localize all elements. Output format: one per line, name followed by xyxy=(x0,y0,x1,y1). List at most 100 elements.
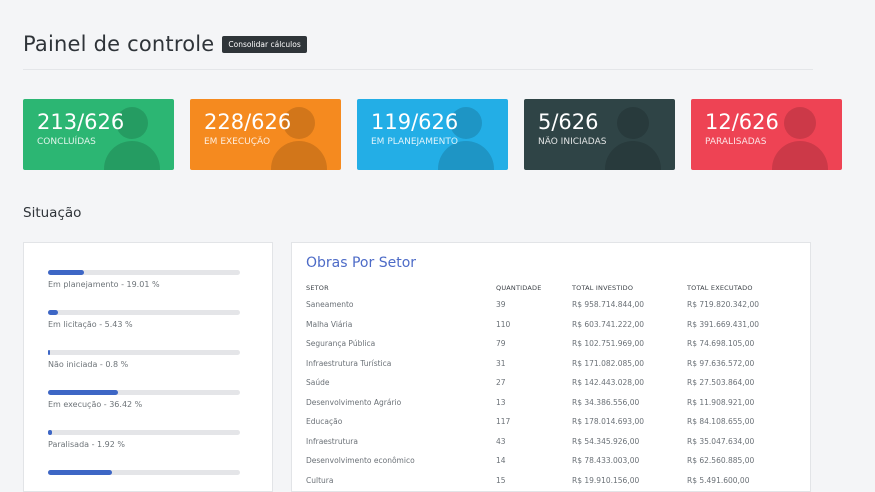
table-cell: Desenvolvimento Agrário xyxy=(306,397,402,407)
table-cell: 14 xyxy=(496,456,506,466)
header-divider xyxy=(23,69,813,70)
progress-track xyxy=(48,430,240,435)
status-progress-item: Paralisada - 1.92 % xyxy=(48,430,240,449)
table-cell: Malha Viária xyxy=(306,319,353,329)
table-cell: 43 xyxy=(496,436,506,446)
card-count: 119/626 xyxy=(371,110,459,134)
table-cell: R$ 27.503.864,00 xyxy=(687,378,755,388)
table-cell: Saneamento xyxy=(306,300,354,310)
progress-fill xyxy=(48,430,52,435)
card-count: 5/626 xyxy=(538,110,599,134)
table-cell: R$ 171.082.085,00 xyxy=(572,358,645,368)
summary-card[interactable]: 213/626 CONCLUÍDAS xyxy=(23,99,174,170)
column-header: QUANTIDADE xyxy=(496,284,542,292)
consolidate-button[interactable]: Consolidar cálculos xyxy=(222,35,307,53)
progress-label: Não iniciada - 0.8 % xyxy=(48,360,129,369)
status-progress-item: Não iniciada - 0.8 % xyxy=(48,350,240,369)
table-cell: R$ 54.345.926,00 xyxy=(572,436,640,446)
table-row[interactable]: Infraestrutura Turística 31 R$ 171.082.085… xyxy=(306,354,787,374)
table-cell: Educação xyxy=(306,417,343,427)
table-cell: Infraestrutura Turística xyxy=(306,358,392,368)
status-progress-item: Em execução - 36.42 % xyxy=(48,390,240,409)
progress-track xyxy=(48,470,240,475)
table-cell: R$ 958.714.844,00 xyxy=(572,300,645,310)
card-count: 228/626 xyxy=(204,110,292,134)
table-cell: Segurança Pública xyxy=(306,339,376,349)
table-row[interactable]: Educação 117 R$ 178.014.693,00 R$ 84.108.65… xyxy=(306,412,787,432)
status-progress-item xyxy=(48,470,240,475)
table-cell: Desenvolvimento econômico xyxy=(306,456,415,466)
table-row[interactable]: Cultura 15 R$ 19.910.156,00 R$ 5.491.600,00 xyxy=(306,471,787,491)
table-row[interactable]: Desenvolvimento econômico 14 R$ 78.433.003… xyxy=(306,451,787,471)
table-cell: R$ 5.491.600,00 xyxy=(687,475,750,485)
table-row[interactable]: Segurança Pública 79 R$ 102.751.969,00 R$ 7… xyxy=(306,334,787,354)
table-cell: 13 xyxy=(496,397,506,407)
header: Painel de controle Consolidar cálculos xyxy=(23,32,307,56)
progress-track xyxy=(48,390,240,395)
table-cell: R$ 19.910.156,00 xyxy=(572,475,640,485)
table-cell: R$ 74.698.105,00 xyxy=(687,339,755,349)
table-cell: R$ 84.108.655,00 xyxy=(687,417,755,427)
card-label: CONCLUÍDAS xyxy=(37,137,96,147)
card-count: 12/626 xyxy=(705,110,779,134)
table-cell: R$ 391.669.431,00 xyxy=(687,319,760,329)
table-row[interactable]: Infraestrutura 43 R$ 54.345.926,00 R$ 35.04… xyxy=(306,432,787,452)
obras-title: Obras Por Setor xyxy=(306,255,417,271)
page-title: Painel de controle xyxy=(23,32,215,56)
summary-cards: 213/626 CONCLUÍDAS 228/626 EM EXECUÇÃO 119/6… xyxy=(23,99,842,170)
table-cell: R$ 35.047.634,00 xyxy=(687,436,755,446)
column-header: TOTAL EXECUTADO xyxy=(687,284,753,292)
section-title-situacao: Situação xyxy=(23,205,82,221)
table-row[interactable]: Desenvolvimento Agrário 13 R$ 34.386.556,0… xyxy=(306,393,787,413)
progress-label: Em planejamento - 19.01 % xyxy=(48,280,160,289)
table-cell: R$ 102.751.969,00 xyxy=(572,339,645,349)
table-cell: 27 xyxy=(496,378,506,388)
progress-track xyxy=(48,350,240,355)
summary-card[interactable]: 228/626 EM EXECUÇÃO xyxy=(190,99,341,170)
table-cell: R$ 719.820.342,00 xyxy=(687,300,760,310)
table-cell: Infraestrutura xyxy=(306,436,358,446)
column-header: TOTAL INVESTIDO xyxy=(572,284,634,292)
table-cell: 110 xyxy=(496,319,511,329)
status-panel: Em planejamento - 19.01 % Em licitação - … xyxy=(23,242,273,492)
table-cell: 31 xyxy=(496,358,506,368)
table-cell: R$ 11.908.921,00 xyxy=(687,397,755,407)
summary-card[interactable]: 119/626 EM PLANEJAMENTO xyxy=(357,99,508,170)
progress-fill xyxy=(48,270,85,275)
obras-table: SETOR QUANTIDADE TOTAL INVESTIDO TOTAL EXEC… xyxy=(306,281,787,490)
table-cell: R$ 34.386.556,00 xyxy=(572,397,640,407)
column-header: SETOR xyxy=(306,284,329,292)
status-progress-item: Em licitação - 5.43 % xyxy=(48,310,240,329)
table-cell: 79 xyxy=(496,339,506,349)
table-cell: R$ 97.636.572,00 xyxy=(687,358,755,368)
progress-fill xyxy=(48,390,118,395)
table-cell: R$ 603.741.222,00 xyxy=(572,319,645,329)
progress-track xyxy=(48,310,240,315)
progress-fill xyxy=(48,310,59,315)
table-cell: R$ 62.560.885,00 xyxy=(687,456,755,466)
table-header-row: SETOR QUANTIDADE TOTAL INVESTIDO TOTAL EXEC… xyxy=(306,281,787,295)
progress-track xyxy=(48,270,240,275)
table-cell: R$ 142.443.028,00 xyxy=(572,378,645,388)
table-cell: 39 xyxy=(496,300,506,310)
progress-fill xyxy=(48,470,113,475)
card-label: EM PLANEJAMENTO xyxy=(371,137,458,147)
card-label: NÃO INICIADAS xyxy=(538,137,607,147)
table-row[interactable]: Saneamento 39 R$ 958.714.844,00 R$ 719.820.… xyxy=(306,295,787,315)
card-label: PARALISADAS xyxy=(705,137,767,147)
table-cell: 117 xyxy=(496,417,511,427)
progress-label: Em licitação - 5.43 % xyxy=(48,320,133,329)
progress-fill xyxy=(48,350,51,355)
table-row[interactable]: Saúde 27 R$ 142.443.028,00 R$ 27.503.864,00 xyxy=(306,373,787,393)
table-cell: R$ 178.014.693,00 xyxy=(572,417,645,427)
progress-label: Paralisada - 1.92 % xyxy=(48,440,125,449)
summary-card[interactable]: 12/626 PARALISADAS xyxy=(691,99,842,170)
summary-card[interactable]: 5/626 NÃO INICIADAS xyxy=(524,99,675,170)
obras-panel: Obras Por Setor SETOR QUANTIDADE TOTAL INV… xyxy=(291,242,811,492)
table-body: Saneamento 39 R$ 958.714.844,00 R$ 719.820.… xyxy=(306,295,787,490)
card-label: EM EXECUÇÃO xyxy=(204,137,271,147)
table-row[interactable]: Malha Viária 110 R$ 603.741.222,00 R$ 391.6… xyxy=(306,315,787,335)
progress-label: Em execução - 36.42 % xyxy=(48,400,143,409)
table-cell: Cultura xyxy=(306,475,334,485)
status-progress-item: Em planejamento - 19.01 % xyxy=(48,270,240,289)
